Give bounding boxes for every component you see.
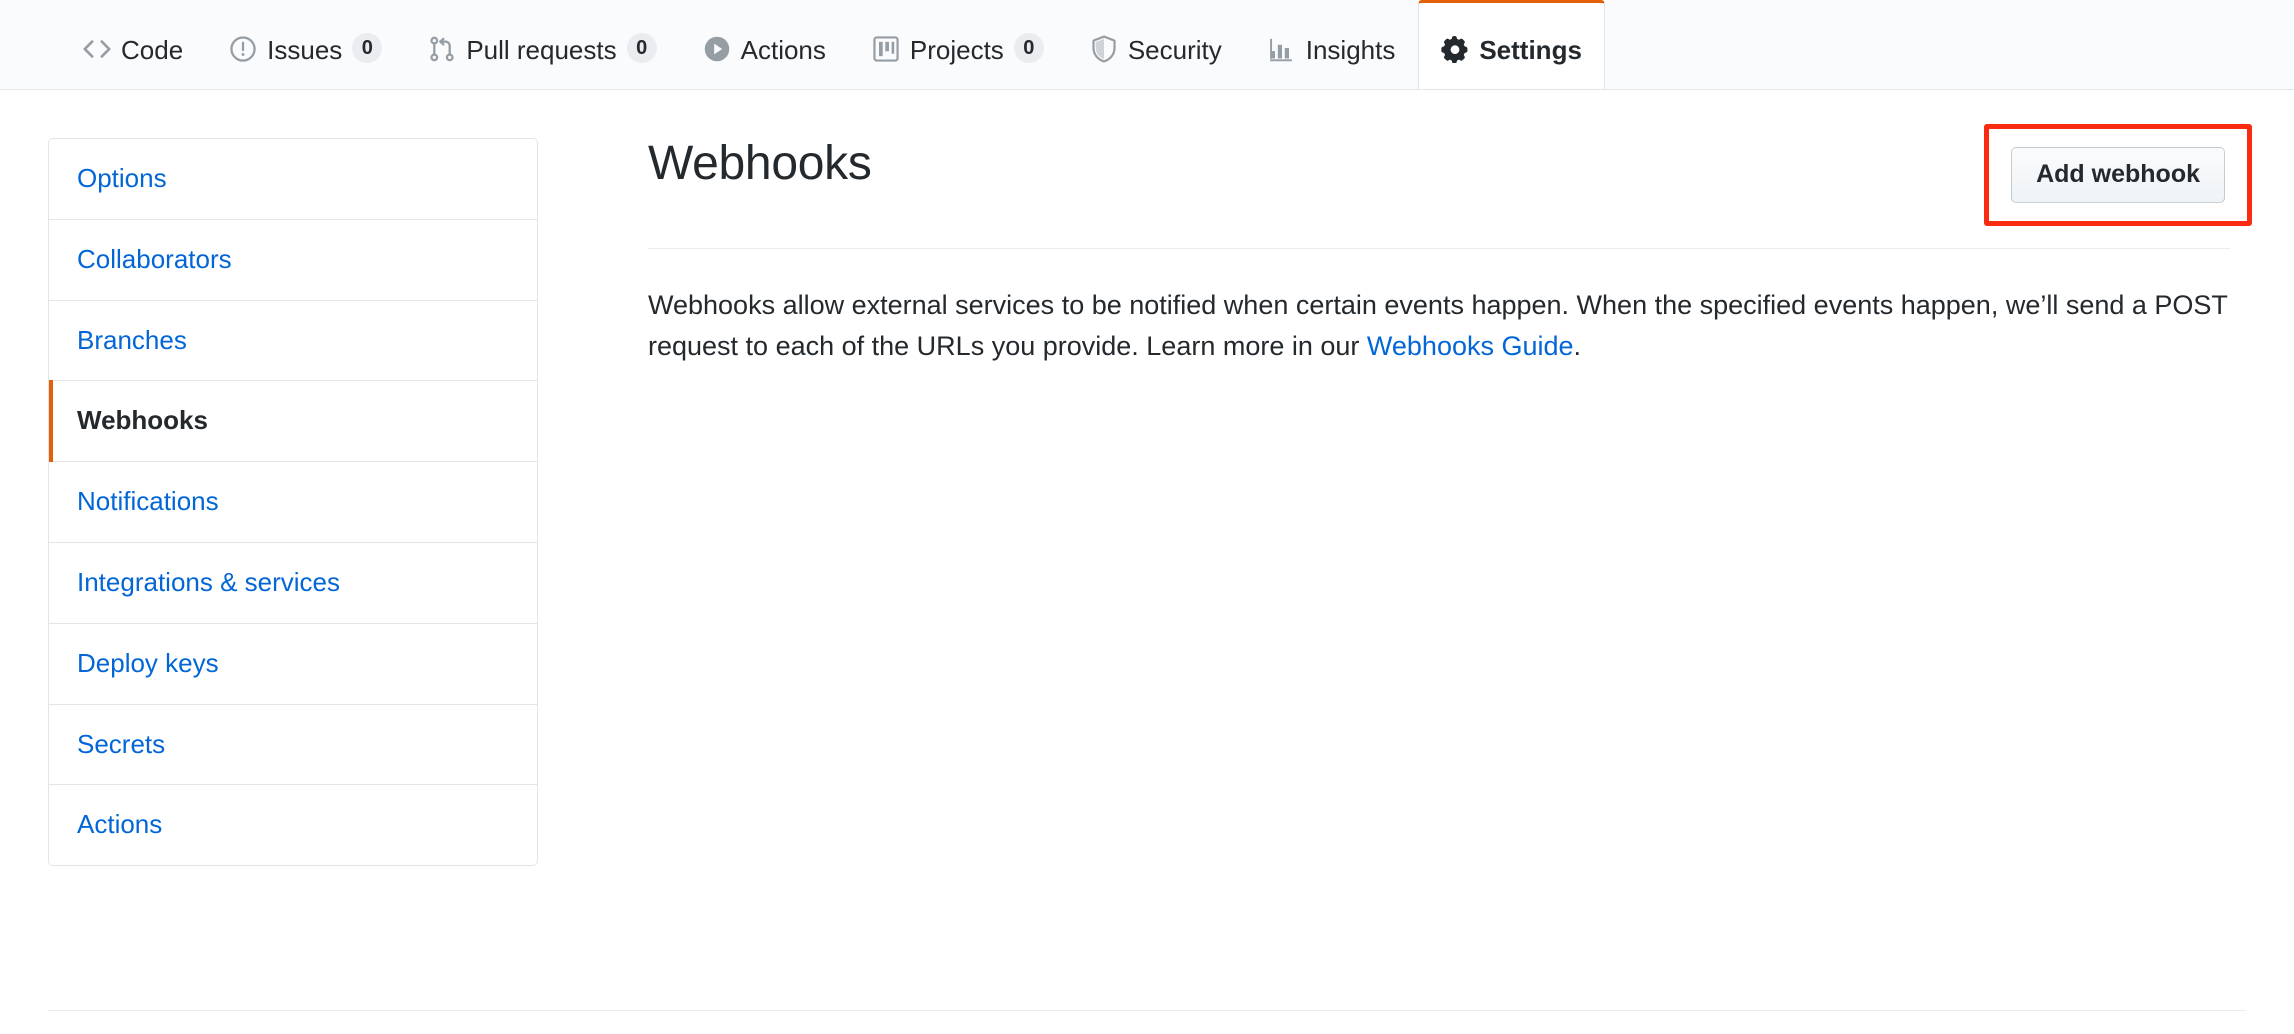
project-board-icon: [872, 35, 900, 63]
shield-icon: [1090, 35, 1118, 63]
sidebar-item-label: Branches: [77, 324, 187, 355]
nav-tab-actions[interactable]: Actions: [680, 0, 849, 89]
webhooks-guide-link[interactable]: Webhooks Guide: [1367, 331, 1574, 361]
nav-tab-label: Actions: [740, 35, 826, 65]
nav-tab-insights[interactable]: Insights: [1245, 0, 1419, 89]
sidebar-item-actions[interactable]: Actions: [49, 785, 537, 866]
graph-icon: [1268, 35, 1296, 63]
sidebar-item-deploy-keys[interactable]: Deploy keys: [49, 623, 537, 705]
sidebar-item-label: Notifications: [77, 486, 219, 517]
sidebar-item-label: Options: [77, 163, 167, 193]
nav-tab-label: Security: [1127, 35, 1222, 65]
git-pull-request-icon: [428, 35, 456, 63]
sidebar-item-options[interactable]: Options: [49, 139, 537, 220]
gear-icon: [1441, 35, 1469, 63]
play-icon: [703, 35, 731, 63]
sidebar-item-label: Deploy keys: [77, 647, 219, 678]
add-webhook-button[interactable]: Add webhook: [2011, 147, 2225, 203]
nav-tab-label: Insights: [1305, 35, 1396, 65]
settings-page-body: Options Collaborators Branches Webhooks …: [0, 90, 2294, 867]
sidebar-item-branches[interactable]: Branches: [49, 300, 537, 382]
sidebar-item-integrations-and-services[interactable]: Integrations & services: [49, 542, 537, 624]
nav-tab-label: Pull requests: [466, 35, 617, 65]
webhooks-description: Webhooks allow external services to be n…: [648, 285, 2230, 369]
sidebar-item-collaborators[interactable]: Collaborators: [49, 219, 537, 301]
issues-counter: 0: [352, 33, 383, 63]
sidebar-item-label: Webhooks: [77, 405, 208, 436]
nav-tab-security[interactable]: Security: [1067, 0, 1245, 89]
settings-sidebar-menu: Options Collaborators Branches Webhooks …: [48, 138, 538, 867]
nav-tab-code[interactable]: Code: [60, 0, 206, 89]
code-icon: [83, 35, 111, 63]
sidebar-item-label: Collaborators: [77, 243, 232, 274]
webhooks-main-content: Webhooks Add webhook Webhooks allow exte…: [538, 124, 2294, 369]
sidebar-item-label: Actions: [77, 809, 163, 840]
repo-navigation-bar: Code Issues 0 Pull requests 0 Actions Pr…: [0, 0, 2294, 90]
sidebar-item-label: Integrations & services: [77, 566, 341, 597]
nav-tab-issues[interactable]: Issues 0: [206, 0, 405, 89]
sidebar-item-webhooks[interactable]: Webhooks: [49, 380, 537, 463]
pull-requests-counter: 0: [626, 33, 657, 63]
add-webhook-highlight-box: Add webhook: [1984, 124, 2252, 226]
nav-tab-label: Projects: [909, 35, 1004, 65]
nav-tab-settings[interactable]: Settings: [1418, 0, 1605, 89]
nav-tab-label: Settings: [1479, 35, 1582, 65]
projects-counter: 0: [1013, 33, 1044, 63]
nav-tab-pull-requests[interactable]: Pull requests 0: [405, 0, 679, 89]
sidebar-item-label: Secrets: [77, 728, 166, 759]
page-title: Webhooks: [648, 137, 872, 190]
description-text-trailing: .: [1573, 331, 1582, 362]
nav-tab-projects[interactable]: Projects 0: [849, 0, 1067, 89]
sidebar-item-secrets[interactable]: Secrets: [49, 704, 537, 786]
content-header: Webhooks Add webhook: [648, 124, 2252, 249]
issue-opened-icon: [229, 35, 257, 63]
nav-tab-label: Issues: [267, 35, 343, 65]
footer-divider: [48, 1010, 2246, 1011]
sidebar-item-notifications[interactable]: Notifications: [49, 462, 537, 543]
nav-tab-label: Code: [121, 35, 184, 65]
